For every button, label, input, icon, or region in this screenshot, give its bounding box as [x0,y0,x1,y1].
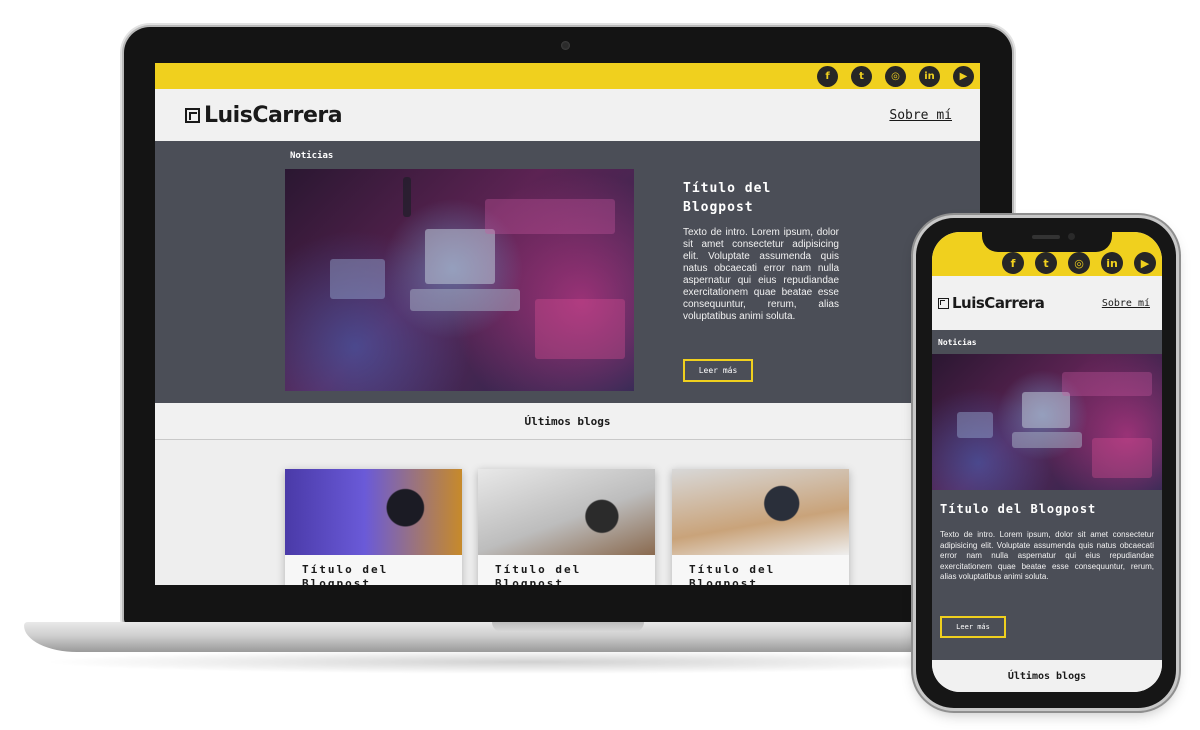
facebook-icon[interactable]: f [1002,252,1024,274]
latest-blogs-heading: Últimos blogs [155,403,980,440]
hero-section: Noticias Título del Blogpost Texto de in… [155,141,980,403]
youtube-icon[interactable]: ▶ [953,65,974,87]
site-logo[interactable]: LuisCarrera [185,102,343,128]
hero-intro-text: Texto de intro. Lorem ipsum, dolor sit a… [683,227,839,322]
hero-section-label: Noticias [938,338,977,347]
blog-card-image [285,469,462,555]
blog-card-image [672,469,849,555]
blog-card[interactable]: Título del Blogpost [285,469,462,585]
hero-intro-text: Texto de intro. Lorem ipsum, dolor sit a… [940,530,1154,581]
facebook-icon[interactable]: f [817,65,838,87]
social-topbar: f t ◎ in ▶ [155,63,980,89]
phone-device: f t ◎ in ▶ LuisCarrera Sobre mí Noticias… [916,218,1176,708]
hero-section-mobile: Noticias Título del Blogpost Texto de in… [932,330,1162,660]
phone-notch [982,232,1112,252]
site-logo[interactable]: LuisCarrera [938,294,1045,312]
laptop-device: f t ◎ in ▶ LuisCarrera Sobre mí Noticias [124,27,1012,625]
linkedin-icon[interactable]: in [919,65,940,87]
hero-title: Título del Blogpost [940,502,1097,516]
logo-text: LuisCarrera [952,294,1045,312]
latest-blogs-heading: Últimos blogs [932,660,1162,692]
phone-camera [1068,233,1075,240]
logo-mark-icon [185,107,200,123]
laptop-base-notch [492,622,644,632]
site-header: LuisCarrera Sobre mí [155,89,980,141]
site-header-mobile: LuisCarrera Sobre mí [932,276,1162,330]
read-more-button[interactable]: Leer más [940,616,1006,638]
nav-link-about[interactable]: Sobre mí [889,108,952,123]
blog-card-title: Título del Blogpost [495,563,582,585]
youtube-icon[interactable]: ▶ [1134,252,1156,274]
hero-title: Título del Blogpost [683,181,772,215]
tumblr-icon[interactable]: t [1035,252,1057,274]
linkedin-icon[interactable]: in [1101,252,1123,274]
blog-card-image [478,469,655,555]
laptop-base [24,622,1034,652]
phone-screen: f t ◎ in ▶ LuisCarrera Sobre mí Noticias… [932,232,1162,692]
instagram-icon[interactable]: ◎ [885,65,906,87]
blog-card-title: Título del Blogpost [302,563,389,585]
hero-image [285,169,634,391]
blog-card[interactable]: Título del Blogpost [672,469,849,585]
blog-card-title: Título del Blogpost [689,563,776,585]
laptop-screen: f t ◎ in ▶ LuisCarrera Sobre mí Noticias [155,63,980,585]
laptop-shadow [40,650,1020,674]
laptop-camera [561,41,570,50]
hero-image [932,354,1162,490]
logo-mark-icon [938,297,949,309]
nav-link-about[interactable]: Sobre mí [1102,298,1150,309]
logo-text: LuisCarrera [204,102,343,128]
blog-cards-area: Título del Blogpost Título del Blogpost … [155,441,980,585]
instagram-icon[interactable]: ◎ [1068,252,1090,274]
read-more-button[interactable]: Leer más [683,359,753,382]
blog-card[interactable]: Título del Blogpost [478,469,655,585]
tumblr-icon[interactable]: t [851,65,872,87]
phone-speaker [1032,235,1060,239]
hero-section-label: Noticias [290,151,334,161]
